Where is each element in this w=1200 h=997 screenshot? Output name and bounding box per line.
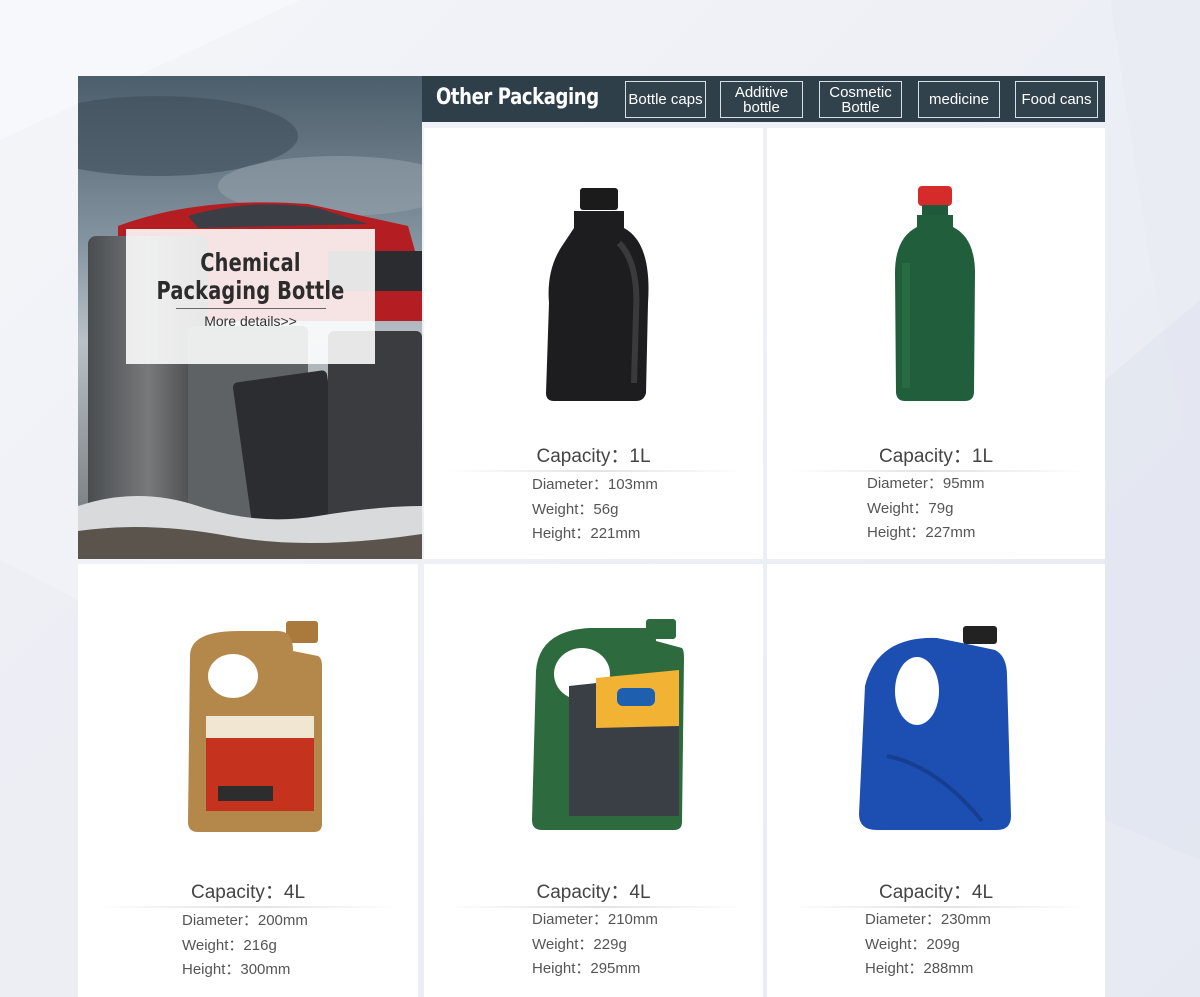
- more-details-link[interactable]: More details>>: [126, 313, 375, 329]
- hero-caption-box: Chemical Packaging Bottle More details>>: [126, 229, 375, 364]
- tab-medicine[interactable]: medicine: [918, 81, 1000, 118]
- height-spec: Height：300mm: [182, 961, 291, 978]
- category-header: Other Packaging Bottle caps Additive bot…: [422, 76, 1105, 122]
- tab-cosmetic-bottle[interactable]: Cosmetic Bottle: [819, 81, 902, 118]
- spec-list: Diameter：200mm Weight：216g Height：300mm: [182, 909, 308, 983]
- section-title: Other Packaging: [436, 85, 599, 110]
- tab-additive-bottle[interactable]: Additive bottle: [720, 81, 803, 118]
- divider: [98, 906, 398, 908]
- spec-list: Diameter：95mm Weight：79g Height：227mm: [867, 472, 985, 546]
- height-spec: Height：288mm: [865, 960, 974, 977]
- weight-spec: Weight：216g: [182, 936, 277, 954]
- gold-jug-image: [188, 621, 322, 832]
- product-card[interactable]: Capacity：1L Diameter：103mm Weight：56g He…: [424, 128, 763, 559]
- blue-jug-image: [859, 626, 1011, 830]
- product-card[interactable]: Capacity：4L Diameter：200mm Weight：216g H…: [78, 564, 418, 997]
- product-card[interactable]: Capacity：4L Diameter：230mm Weight：209g H…: [767, 564, 1105, 997]
- hero-divider: [175, 308, 326, 309]
- weight-spec: Weight：56g: [532, 500, 619, 518]
- capacity-label: Capacity：4L: [536, 882, 651, 903]
- height-spec: Height：221mm: [532, 525, 641, 542]
- green-jug-image: [532, 619, 684, 830]
- weight-spec: Weight：229g: [532, 935, 627, 953]
- product-card[interactable]: Capacity：4L Diameter：210mm Weight：229g H…: [424, 564, 763, 997]
- weight-spec: Weight：79g: [867, 499, 954, 517]
- black-oil-bottle-image: [546, 188, 649, 401]
- spec-list: Diameter：103mm Weight：56g Height：221mm: [532, 473, 658, 547]
- diameter-spec: Diameter：95mm: [867, 475, 985, 492]
- height-spec: Height：295mm: [532, 960, 641, 977]
- capacity-label: Capacity：1L: [878, 446, 994, 467]
- spec-list: Diameter：210mm Weight：229g Height：295mm: [532, 908, 658, 982]
- product-showcase: Chemical Packaging Bottle More details>>…: [78, 76, 1105, 997]
- hero-banner[interactable]: Chemical Packaging Bottle More details>>: [78, 76, 422, 559]
- hero-title-line2: Packaging Bottle: [156, 276, 345, 305]
- green-round-bottle-image: [895, 186, 975, 401]
- divider: [444, 470, 744, 472]
- capacity-label: Capacity：4L: [190, 882, 306, 903]
- hero-title-line1: Chemical: [200, 248, 301, 277]
- height-spec: Height：227mm: [867, 524, 976, 541]
- weight-spec: Weight：209g: [865, 935, 960, 953]
- capacity-label: Capacity：1L: [536, 446, 651, 467]
- diameter-spec: Diameter：103mm: [532, 476, 658, 493]
- tab-food-cans[interactable]: Food cans: [1015, 81, 1098, 118]
- capacity-label: Capacity：4L: [878, 882, 994, 903]
- spec-list: Diameter：230mm Weight：209g Height：288mm: [865, 908, 991, 982]
- diameter-spec: Diameter：230mm: [865, 911, 991, 928]
- product-card[interactable]: Capacity：1L Diameter：95mm Weight：79g Hei…: [767, 128, 1105, 559]
- tab-bottle-caps[interactable]: Bottle caps: [625, 81, 706, 118]
- diameter-spec: Diameter：210mm: [532, 911, 658, 928]
- diameter-spec: Diameter：200mm: [182, 912, 308, 929]
